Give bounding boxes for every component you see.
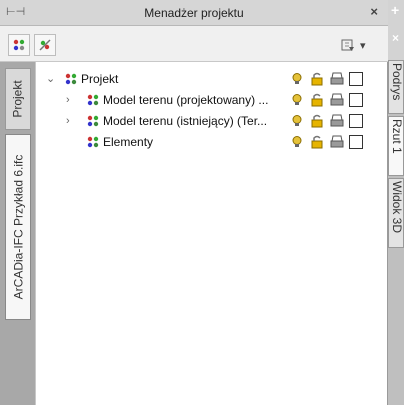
tab-widok-3d[interactable]: Widok 3D	[388, 178, 404, 248]
tab-podrys-label: Podrys	[390, 63, 404, 101]
layer-group-icon	[87, 115, 99, 126]
tree-item-model-terenu-projektowany[interactable]: › Model terenu (projektowany) ...	[36, 89, 388, 110]
tree-item-checkbox[interactable]	[349, 92, 363, 107]
chevron-down-icon: ▾	[360, 39, 366, 52]
tab-ifc-file-label: ArCADia-IFC Przykład 6.ifc	[11, 154, 26, 300]
tree-item-label: Model terenu (istniejący) (Ter...	[103, 113, 268, 128]
lock-icon[interactable]	[310, 93, 324, 107]
tab-rzut-1[interactable]: Rzut 1	[388, 116, 404, 176]
bulb-icon[interactable]	[290, 114, 304, 128]
chevron-right-icon[interactable]: ›	[66, 94, 70, 106]
tree-item-label: Model terenu (projektowany) ...	[103, 92, 269, 107]
bulb-icon[interactable]	[290, 72, 304, 86]
tab-rzut-1-label: Rzut 1	[390, 119, 404, 154]
printer-icon[interactable]	[330, 114, 344, 128]
lock-icon[interactable]	[310, 135, 324, 149]
tree-item-model-terenu-istniejacy[interactable]: › Model terenu (istniejący) (Ter...	[36, 110, 388, 131]
chevron-right-icon[interactable]: ›	[66, 115, 70, 127]
bulb-icon[interactable]	[290, 135, 304, 149]
tree-item-checkbox[interactable]	[349, 113, 363, 128]
printer-icon[interactable]	[330, 72, 344, 86]
layers-settings-icon	[13, 39, 25, 51]
tree-item-label: Projekt	[81, 71, 119, 86]
panel-toolbar: ▾	[0, 26, 388, 62]
printer-icon[interactable]	[330, 93, 344, 107]
panel-titlebar[interactable]: ⊢⊣ Menadżer projektu ×	[0, 0, 388, 26]
close-icon[interactable]: ×	[370, 4, 378, 19]
tree-item-label: Elementy	[103, 134, 154, 149]
layer-group-icon	[87, 94, 99, 105]
printer-icon[interactable]	[330, 135, 344, 149]
chevron-down-icon[interactable]: ⌄	[46, 72, 55, 85]
lock-icon[interactable]	[310, 114, 324, 128]
tree-item-checkbox[interactable]	[349, 134, 363, 149]
layers-settings-button[interactable]	[8, 34, 30, 56]
filter-icon	[341, 39, 354, 51]
tab-widok-3d-label: Widok 3D	[390, 181, 404, 234]
right-dock-controls: + ×	[388, 0, 404, 60]
project-tree: ⌄ Projekt › Model terenu (projektowany) …	[35, 62, 387, 405]
left-tab-strip: Projekt ArCADia-IFC Przykład 6.ifc	[0, 62, 35, 405]
layer-group-icon	[87, 136, 99, 147]
filter-dropdown[interactable]: ▾	[340, 34, 378, 56]
tree-item-checkbox[interactable]	[349, 71, 363, 86]
layers-edit-icon	[39, 39, 51, 51]
tab-ifc-file[interactable]: ArCADia-IFC Przykład 6.ifc	[5, 134, 31, 320]
tab-projekt-label: Projekt	[11, 80, 26, 118]
add-icon[interactable]: +	[391, 2, 399, 18]
close-icon[interactable]: ×	[392, 31, 399, 45]
panel-title: Menadżer projektu	[144, 6, 244, 20]
right-dock-strip: + × Podrys Rzut 1 Widok 3D	[388, 0, 404, 405]
tab-podrys[interactable]: Podrys	[388, 60, 404, 114]
project-manager-panel: ⊢⊣ Menadżer projektu × ▾ Projekt ArCADia…	[0, 0, 388, 405]
layer-group-icon	[65, 73, 77, 84]
bulb-icon[interactable]	[290, 93, 304, 107]
lock-icon[interactable]	[310, 72, 324, 86]
tab-projekt[interactable]: Projekt	[5, 68, 31, 130]
tree-item-projekt[interactable]: ⌄ Projekt	[36, 68, 388, 89]
layers-edit-button[interactable]	[34, 34, 56, 56]
tree-item-elementy[interactable]: Elementy	[36, 131, 388, 152]
